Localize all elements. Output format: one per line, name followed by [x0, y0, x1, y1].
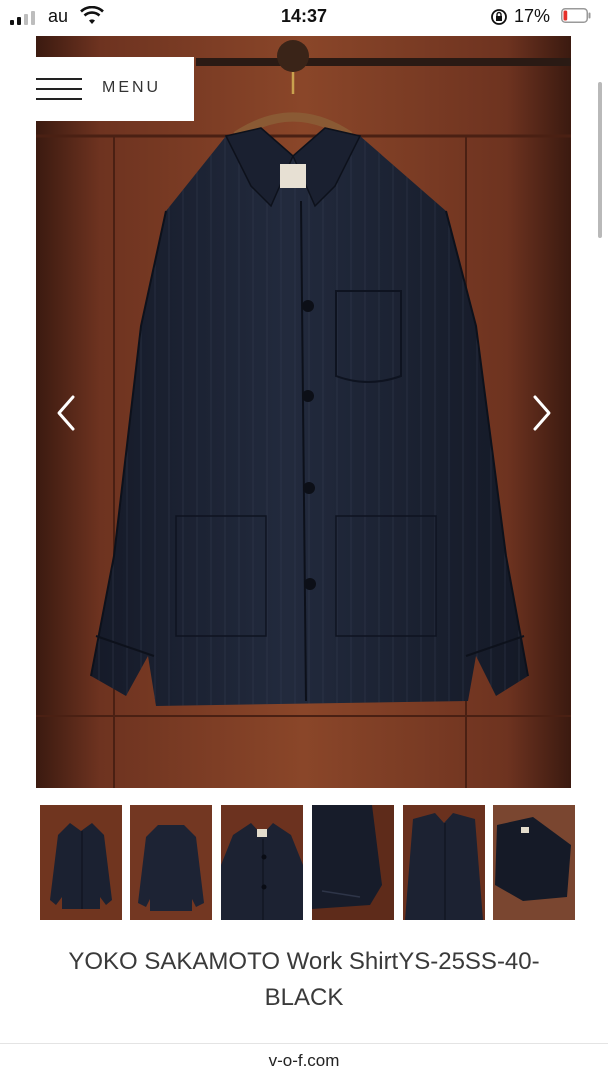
chevron-right-icon[interactable] [527, 393, 557, 433]
thumbnail-collar[interactable] [221, 805, 303, 920]
thumbnail-front[interactable] [40, 805, 122, 920]
product-main-image[interactable] [36, 36, 571, 788]
thumbnail-sleeve[interactable] [312, 805, 394, 920]
chevron-left-icon[interactable] [51, 393, 81, 433]
hamburger-icon [36, 78, 82, 100]
menu-label: MENU [102, 79, 162, 96]
rotation-lock-icon [491, 9, 507, 25]
menu-button[interactable]: MENU [36, 57, 194, 121]
browser-url[interactable]: v-o-f.com [0, 1051, 608, 1071]
product-title: YOKO SAKAMOTO Work ShirtYS-25SS-40-BLACK [68, 948, 540, 1011]
thumbnail-detail[interactable] [403, 805, 485, 920]
page-scrollbar[interactable] [598, 82, 602, 238]
status-bar: au 14:37 17% [0, 0, 608, 34]
divider [0, 1043, 608, 1044]
thumbnail-strip [40, 805, 575, 920]
battery-percentage: 17% [514, 6, 551, 26]
battery-icon [561, 8, 591, 23]
thumbnail-flat[interactable] [493, 805, 575, 920]
thumbnail-back[interactable] [130, 805, 212, 920]
